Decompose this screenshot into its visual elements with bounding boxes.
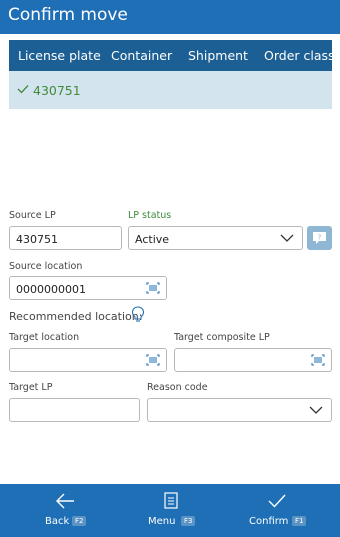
reason-code-label: Reason code [147,382,208,393]
reason-code-select[interactable] [147,398,332,422]
barcode-scan-icon[interactable] [146,282,160,294]
row-license-plate: 430751 [33,83,81,98]
arrow-left-icon [56,493,74,509]
page-title: Confirm move [8,5,128,25]
confirm-label: Confirm [249,516,289,527]
barcode-scan-icon[interactable] [146,354,160,366]
column-header-shipment[interactable]: Shipment [188,48,248,63]
source-lp-field[interactable]: 430751 [9,226,122,250]
checkmark-icon [268,494,286,508]
source-location-label: Source location [9,261,83,272]
back-button[interactable]: Back F2 [20,484,110,537]
confirm-button[interactable]: Confirm F1 [232,484,322,537]
menu-label: Menu [148,516,176,527]
target-lp-label: Target LP [9,382,53,393]
menu-button[interactable]: Menu F3 [126,484,216,537]
target-composite-lp-field[interactable] [174,348,332,372]
target-composite-lp-label: Target composite LP [174,332,270,343]
table-row[interactable]: 430751 [9,71,332,109]
lp-status-value: Active [135,233,170,246]
target-location-field[interactable] [9,348,167,372]
source-lp-label: Source LP [9,210,56,221]
svg-text:?: ? [318,234,322,242]
source-location-field[interactable]: 0000000001 [9,276,167,300]
target-lp-field[interactable] [9,398,140,422]
menu-icon [164,492,178,509]
barcode-scan-icon[interactable] [311,354,325,366]
bottom-action-bar: Back F2 Menu F3 Confirm F1 [0,484,340,537]
column-header-license-plate[interactable]: License plate [18,48,101,63]
checkmark-icon [17,85,29,94]
back-shortcut-badge: F2 [72,516,87,526]
column-header-container[interactable]: Container [111,48,172,63]
lightbulb-icon[interactable] [131,306,145,323]
menu-shortcut-badge: F3 [181,516,196,526]
comment-question-icon: ? [313,232,326,244]
lp-status-select[interactable]: Active [128,226,303,250]
chevron-down-icon [309,406,323,414]
target-location-label: Target location [9,332,80,343]
back-label: Back [45,516,70,527]
recommended-location-label: Recommended location: [9,310,143,323]
chevron-down-icon [280,234,294,242]
source-location-value: 0000000001 [16,283,86,296]
lp-status-label: LP status [128,210,172,221]
title-bar: Confirm move [0,0,340,34]
source-lp-value: 430751 [16,233,58,246]
grid-header: License plate Container Shipment Order c… [9,40,335,71]
column-header-order-class[interactable]: Order class [264,48,335,63]
comment-help-button[interactable]: ? [307,226,332,250]
confirm-shortcut-badge: F1 [292,516,307,526]
